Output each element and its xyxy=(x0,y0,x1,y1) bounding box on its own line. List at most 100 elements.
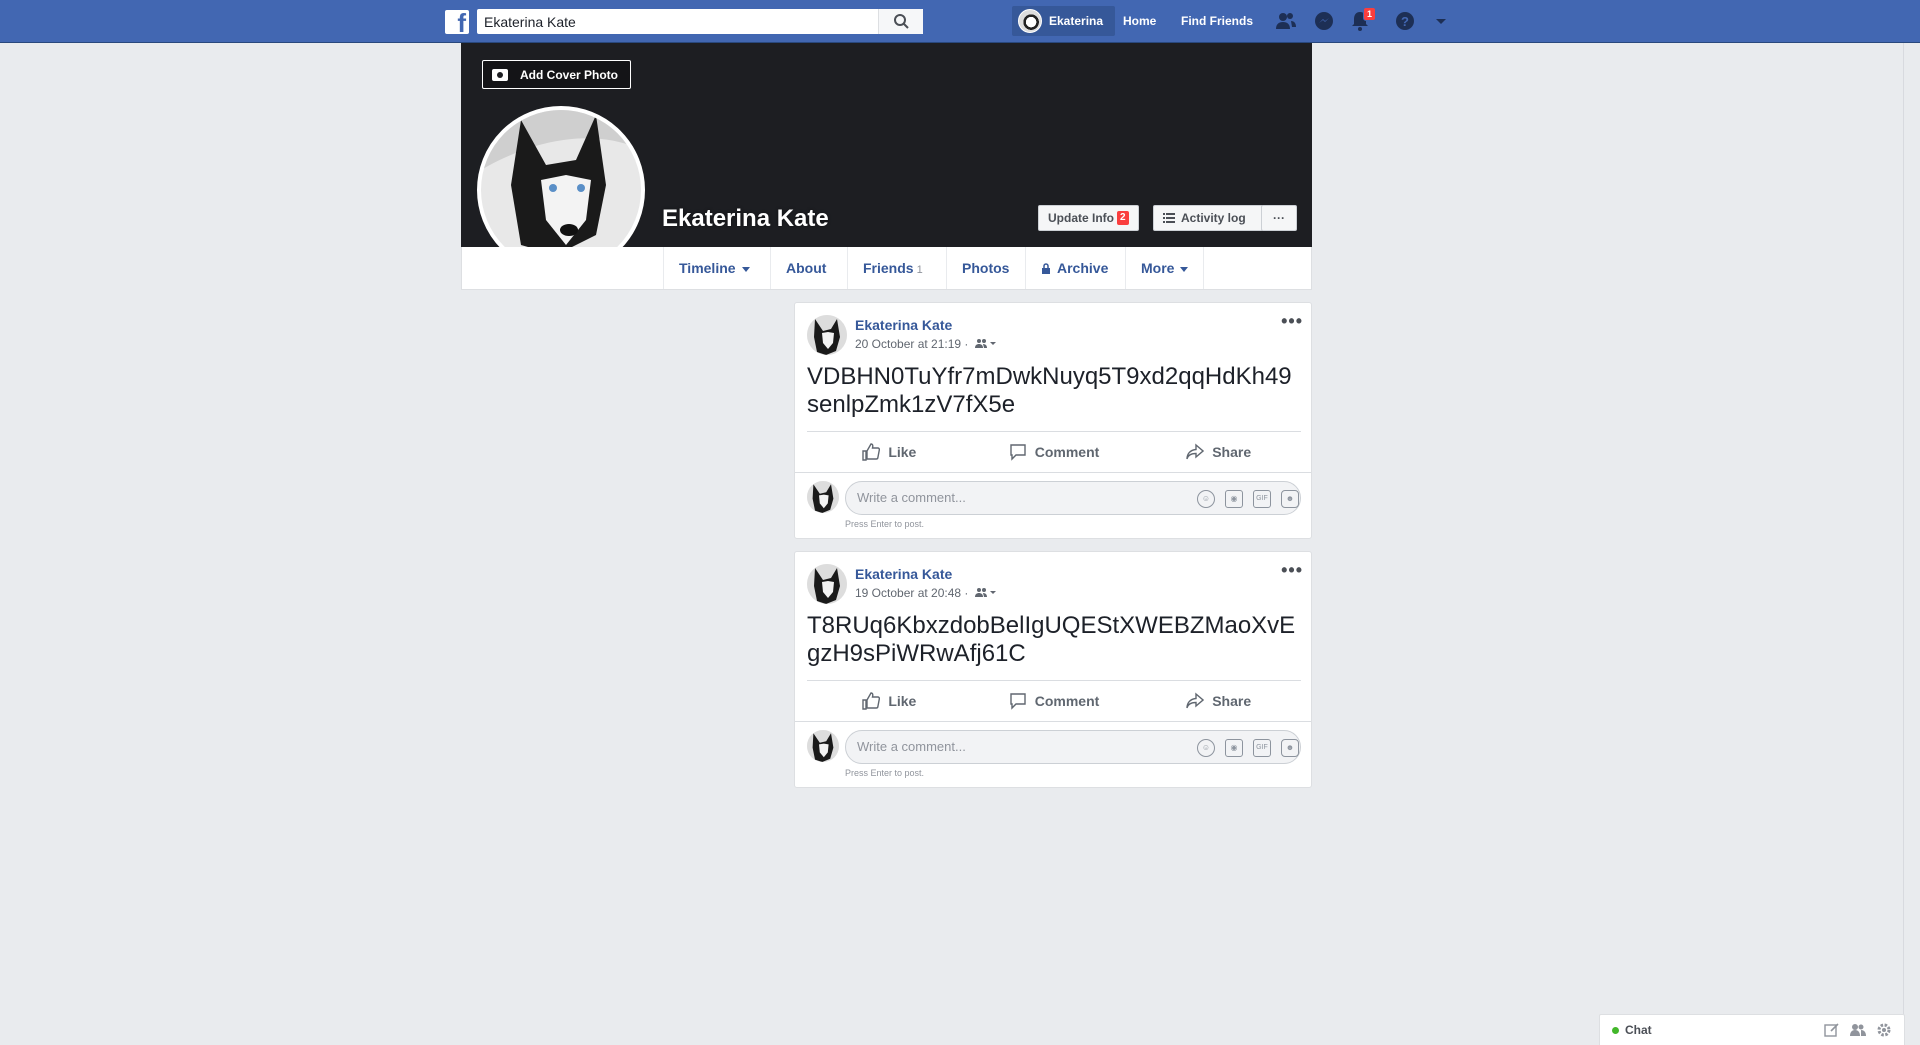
profile-shortcut[interactable]: Ekaterina xyxy=(1012,6,1116,36)
post-author[interactable]: Ekaterina Kate xyxy=(855,317,952,333)
gif-icon[interactable]: GIF xyxy=(1253,739,1271,757)
camera-icon[interactable]: ◉ xyxy=(1225,739,1243,757)
avatar[interactable] xyxy=(807,564,847,604)
husky-photo xyxy=(481,110,641,270)
notification-badge: 1 xyxy=(1363,7,1376,21)
chevron-down-icon xyxy=(741,266,750,272)
tab-photos-label: Photos xyxy=(962,260,1010,276)
share-label: Share xyxy=(1212,693,1252,709)
comment-button[interactable]: Comment xyxy=(972,432,1137,472)
post-options-icon[interactable]: ••• xyxy=(1281,560,1303,581)
comment-composer: Write a comment... ☺ ◉ GIF ☻ Press Enter… xyxy=(795,472,1311,532)
tab-friends[interactable]: Friends 1 xyxy=(847,247,938,289)
camera-icon xyxy=(492,68,508,81)
audience-friends-icon[interactable] xyxy=(974,338,997,348)
post-options-icon[interactable]: ••• xyxy=(1281,311,1303,332)
sticker-icon[interactable]: ☻ xyxy=(1281,739,1299,757)
comment-bubble-icon xyxy=(1010,693,1026,710)
add-cover-photo-button[interactable]: Add Cover Photo xyxy=(482,60,631,89)
emoji-icon[interactable]: ☺ xyxy=(1197,490,1215,508)
account-menu-chevron-down-icon[interactable] xyxy=(1430,10,1452,32)
gif-icon[interactable]: GIF xyxy=(1253,490,1271,508)
comment-button[interactable]: Comment xyxy=(972,681,1137,721)
avatar[interactable] xyxy=(807,315,847,355)
search-button[interactable] xyxy=(878,9,923,34)
create-group-icon[interactable] xyxy=(1850,1022,1866,1038)
more-dots-icon: ··· xyxy=(1273,211,1285,225)
tab-about[interactable]: About xyxy=(770,247,841,289)
share-button[interactable]: Share xyxy=(1136,432,1301,472)
comment-bubble-icon xyxy=(1010,444,1026,461)
profile-shortcut-label: Ekaterina xyxy=(1049,14,1104,28)
comment-label: Comment xyxy=(1034,693,1100,709)
profile-name[interactable]: Ekaterina Kate xyxy=(662,205,829,233)
tab-timeline[interactable]: Timeline xyxy=(663,247,765,289)
share-button[interactable]: Share xyxy=(1136,681,1301,721)
like-button[interactable]: Like xyxy=(807,432,972,472)
post-text: T8RUq6KbxzdobBelIgUQEStXWEBZMaoXvEgzH9sP… xyxy=(807,612,1296,667)
list-icon xyxy=(1163,213,1175,223)
post-author[interactable]: Ekaterina Kate xyxy=(855,566,952,582)
comment-composer: Write a comment... ☺ ◉ GIF ☻ Press Enter… xyxy=(795,721,1311,781)
camera-icon[interactable]: ◉ xyxy=(1225,490,1243,508)
tab-more-label: More xyxy=(1141,260,1175,276)
friends-count: 1 xyxy=(916,264,923,276)
post-card: Ekaterina Kate 20 October at 21:19 · •••… xyxy=(794,302,1312,539)
search-icon xyxy=(894,14,909,29)
add-cover-label: Add Cover Photo xyxy=(520,67,618,82)
tab-about-label: About xyxy=(786,260,827,276)
activity-log-button[interactable]: Activity log xyxy=(1153,205,1263,231)
like-label: Like xyxy=(888,444,917,460)
chat-tools xyxy=(1824,1022,1892,1038)
like-button[interactable]: Like xyxy=(807,681,972,721)
comment-hint: Press Enter to post. xyxy=(845,768,925,778)
messenger-icon[interactable] xyxy=(1313,10,1335,32)
facebook-logo-icon[interactable]: f xyxy=(445,10,469,36)
search-input[interactable] xyxy=(477,9,877,34)
tab-more[interactable]: More xyxy=(1125,247,1205,289)
post-actions: Like Comment Share xyxy=(807,431,1301,472)
avatar xyxy=(1018,9,1042,33)
tab-friends-label: Friends xyxy=(863,260,914,276)
comment-hint: Press Enter to post. xyxy=(845,519,925,529)
comment-label: Comment xyxy=(1034,444,1100,460)
page-scrollbar[interactable] xyxy=(1903,43,1920,1045)
emoji-icon[interactable]: ☺ xyxy=(1197,739,1215,757)
sticker-icon[interactable]: ☻ xyxy=(1281,490,1299,508)
chat-bar[interactable]: Chat xyxy=(1599,1014,1905,1045)
thumbs-up-icon xyxy=(862,692,881,710)
tab-photos[interactable]: Photos xyxy=(946,247,1024,289)
tab-archive-label: Archive xyxy=(1057,260,1109,276)
update-info-button[interactable]: Update Info 2 xyxy=(1038,205,1139,231)
top-navigation-bar: f Ekaterina Home Find Friends 1 ? xyxy=(0,0,1920,43)
post-timestamp: 19 October at 20:48 · xyxy=(855,586,997,600)
audience-friends-icon[interactable] xyxy=(974,587,997,597)
lock-icon xyxy=(1042,263,1050,274)
share-arrow-icon xyxy=(1186,443,1205,460)
chat-label: Chat xyxy=(1625,1023,1652,1037)
home-link[interactable]: Home xyxy=(1123,6,1156,36)
share-arrow-icon xyxy=(1186,692,1205,709)
search-box xyxy=(477,9,923,34)
like-label: Like xyxy=(888,693,917,709)
more-options-button[interactable]: ··· xyxy=(1261,205,1297,231)
help-icon[interactable]: ? xyxy=(1394,10,1416,32)
thumbs-up-icon xyxy=(862,443,881,461)
post-actions: Like Comment Share xyxy=(807,680,1301,721)
svg-text:?: ? xyxy=(1401,14,1409,29)
post-timestamp: 20 October at 21:19 · xyxy=(855,337,997,351)
find-friends-link[interactable]: Find Friends xyxy=(1181,6,1253,36)
post-card: Ekaterina Kate 19 October at 20:48 · •••… xyxy=(794,551,1312,788)
avatar xyxy=(807,730,839,762)
post-date[interactable]: 20 October at 21:19 · xyxy=(855,337,968,351)
friend-requests-icon[interactable] xyxy=(1275,10,1297,32)
online-status-icon xyxy=(1612,1026,1619,1034)
update-info-label: Update Info xyxy=(1048,211,1114,225)
gear-icon[interactable] xyxy=(1876,1022,1892,1038)
new-message-icon[interactable] xyxy=(1824,1022,1840,1038)
avatar xyxy=(807,481,839,513)
post-text: VDBHN0TuYfr7mDwkNuyq5T9xd2qqHdKh49senlpZ… xyxy=(807,363,1292,418)
tab-archive[interactable]: Archive xyxy=(1025,247,1123,289)
post-date[interactable]: 19 October at 20:48 · xyxy=(855,586,968,600)
comment-attachments: ☺ ◉ GIF ☻ xyxy=(1197,739,1299,757)
